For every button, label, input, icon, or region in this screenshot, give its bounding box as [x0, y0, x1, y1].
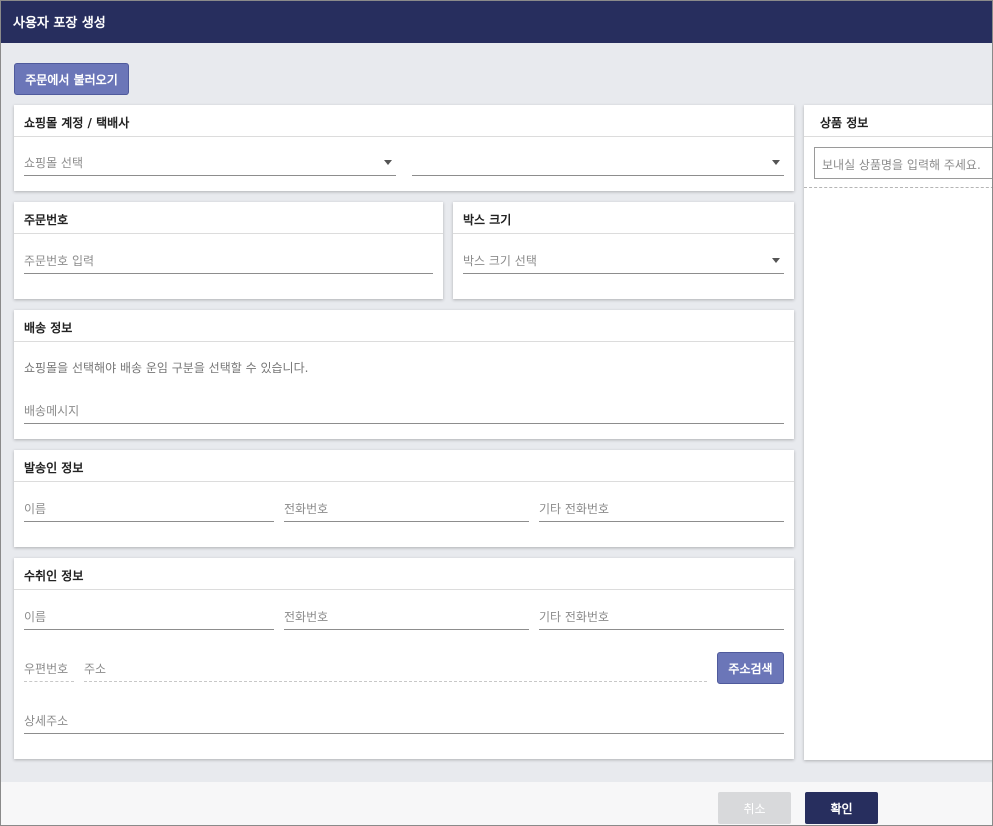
- product-name-placeholder: 보내실 상품명을 입력해 주세요.: [822, 158, 981, 172]
- sender-phone-input[interactable]: 전화번호: [284, 494, 529, 522]
- carrier-select[interactable]: [412, 148, 784, 176]
- sender-phone-placeholder: 전화번호: [284, 502, 329, 516]
- mall-select[interactable]: 쇼핑몰 선택: [24, 148, 396, 176]
- recipient-name-placeholder: 이름: [24, 610, 47, 624]
- recipient-zip-placeholder: 우편번호: [24, 662, 69, 676]
- address-search-button[interactable]: 주소검색: [717, 652, 784, 684]
- recipient-address-input[interactable]: 주소: [84, 654, 707, 682]
- recipient-address-placeholder: 주소: [84, 662, 107, 676]
- product-divider: [804, 187, 992, 188]
- recipient-phone-placeholder: 전화번호: [284, 610, 329, 624]
- chevron-down-icon: [772, 258, 780, 263]
- recipient-phone-input[interactable]: 전화번호: [284, 602, 529, 630]
- sender-name-input[interactable]: 이름: [24, 494, 274, 522]
- recipient-info-card: 수취인 정보 이름 전화번호 기타 전화번호 우편번호 주소 주소검색 상세주소: [14, 558, 794, 759]
- recipient-zip-input[interactable]: 우편번호: [24, 654, 74, 682]
- dialog-title: 사용자 포장 생성: [1, 1, 992, 43]
- shipping-info-header: 배송 정보: [14, 310, 794, 342]
- shipping-fee-notice: 쇼핑몰을 선택해야 배송 운임 구분을 선택할 수 있습니다.: [24, 361, 309, 375]
- box-size-select[interactable]: 박스 크기 선택: [463, 246, 784, 274]
- dialog-footer: 취소 확인: [1, 782, 992, 825]
- order-number-input[interactable]: 주문번호 입력: [24, 246, 433, 274]
- recipient-other-phone-input[interactable]: 기타 전화번호: [539, 602, 784, 630]
- box-size-card: 박스 크기 박스 크기 선택: [453, 202, 794, 299]
- chevron-down-icon: [384, 160, 392, 165]
- cancel-button[interactable]: 취소: [718, 792, 791, 824]
- recipient-detail-address-input[interactable]: 상세주소: [24, 706, 784, 734]
- sender-name-placeholder: 이름: [24, 502, 47, 516]
- order-number-placeholder: 주문번호 입력: [24, 254, 95, 268]
- recipient-info-header: 수취인 정보: [14, 558, 794, 590]
- confirm-button[interactable]: 확인: [805, 792, 878, 824]
- sender-info-card: 발송인 정보 이름 전화번호 기타 전화번호: [14, 450, 794, 547]
- product-info-header: 상품 정보: [804, 105, 992, 137]
- order-number-header: 주문번호: [14, 202, 443, 234]
- mall-select-placeholder: 쇼핑몰 선택: [24, 156, 84, 170]
- sender-other-phone-placeholder: 기타 전화번호: [539, 502, 610, 516]
- mall-carrier-header: 쇼핑몰 계정 / 택배사: [14, 105, 794, 137]
- mall-carrier-card: 쇼핑몰 계정 / 택배사 쇼핑몰 선택: [14, 105, 794, 191]
- product-info-card: 상품 정보 보내실 상품명을 입력해 주세요.: [804, 105, 992, 760]
- shipping-message-placeholder: 배송메시지: [24, 404, 80, 418]
- recipient-other-phone-placeholder: 기타 전화번호: [539, 610, 610, 624]
- box-size-placeholder: 박스 크기 선택: [463, 254, 537, 268]
- recipient-detail-address-placeholder: 상세주소: [24, 714, 69, 728]
- create-package-dialog: 사용자 포장 생성 주문에서 불러오기 쇼핑몰 계정 / 택배사 쇼핑몰 선택 …: [0, 0, 993, 826]
- box-size-header: 박스 크기: [453, 202, 794, 234]
- load-from-order-button[interactable]: 주문에서 불러오기: [14, 63, 129, 95]
- recipient-name-input[interactable]: 이름: [24, 602, 274, 630]
- sender-other-phone-input[interactable]: 기타 전화번호: [539, 494, 784, 522]
- order-number-card: 주문번호 주문번호 입력: [14, 202, 443, 299]
- shipping-message-input[interactable]: 배송메시지: [24, 396, 784, 424]
- product-name-input[interactable]: 보내실 상품명을 입력해 주세요.: [814, 147, 992, 179]
- sender-info-header: 발송인 정보: [14, 450, 794, 482]
- shipping-info-card: 배송 정보 쇼핑몰을 선택해야 배송 운임 구분을 선택할 수 있습니다. 배송…: [14, 310, 794, 439]
- chevron-down-icon: [772, 160, 780, 165]
